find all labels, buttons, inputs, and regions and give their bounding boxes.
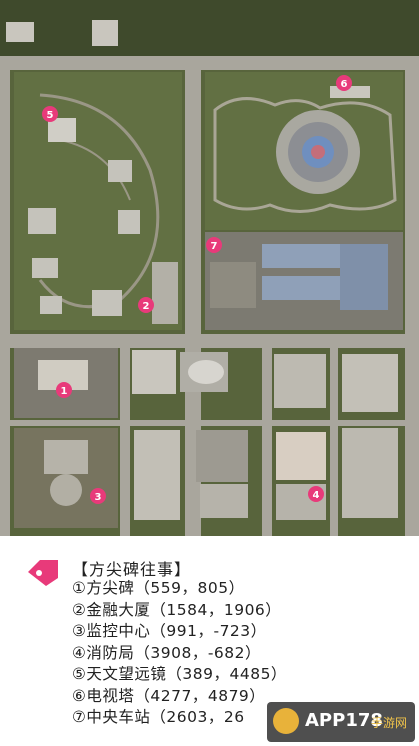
svg-text:2: 2 (143, 301, 150, 312)
svg-text:1: 1 (61, 386, 68, 397)
marker-3[interactable]: 3 (90, 488, 106, 504)
legend-panel: 【方尖碑往事】 ①方尖碑（559，805） ②金融大厦（1584，1906） ③… (0, 536, 419, 746)
legend-item: ⑦中央车站（2603，26 (72, 708, 245, 726)
legend-title: 【方尖碑往事】 (72, 560, 192, 579)
marker-2[interactable]: 2 (138, 297, 154, 313)
svg-text:3: 3 (95, 492, 102, 503)
svg-text:6: 6 (341, 79, 348, 90)
legend-item: ③监控中心（991，-723） (72, 622, 267, 640)
watermark-subtitle: 手游网 (371, 716, 408, 730)
marker-4[interactable]: 4 (308, 486, 324, 502)
legend-list: ①方尖碑（559，805） ②金融大厦（1584，1906） ③监控中心（991… (72, 578, 287, 729)
watermark-logo-icon (273, 708, 299, 734)
legend-item: ②金融大厦（1584，1906） (72, 600, 282, 619)
marker-7[interactable]: 7 (206, 237, 222, 253)
legend-item: ①方尖碑（559，805） (72, 579, 245, 597)
marker-1[interactable]: 1 (56, 382, 72, 398)
legend-item: ⑤天文望远镜（389，4485） (72, 665, 287, 683)
legend-item: ④消防局（3908，-682） (72, 643, 262, 662)
svg-text:5: 5 (47, 110, 54, 121)
marker-5[interactable]: 5 (42, 106, 58, 122)
marker-6[interactable]: 6 (336, 75, 352, 91)
watermark: APP178 手游网 (267, 702, 415, 742)
svg-text:7: 7 (211, 241, 218, 252)
tag-icon (28, 560, 58, 586)
svg-text:4: 4 (313, 490, 320, 501)
legend-item: ⑥电视塔（4277，4879） (72, 686, 266, 705)
city-map: 1 2 3 4 5 6 7 (0, 0, 419, 536)
